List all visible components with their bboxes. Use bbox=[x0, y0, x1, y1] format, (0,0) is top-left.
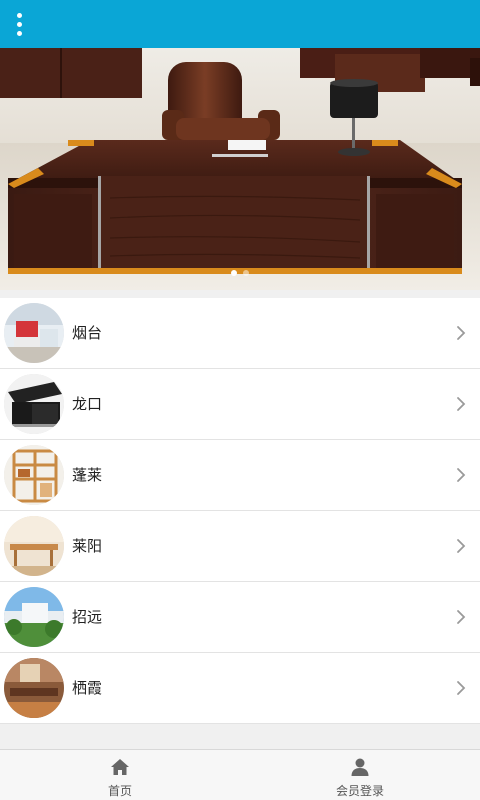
list-item-penglai[interactable]: 蓬莱 bbox=[0, 440, 480, 511]
list-item-label: 莱阳 bbox=[72, 537, 103, 555]
list-item-label: 龙口 bbox=[72, 395, 103, 413]
nav-member-login[interactable]: 会员登录 bbox=[240, 750, 480, 800]
thumbnail-image bbox=[4, 374, 64, 434]
thumbnail-image bbox=[4, 303, 64, 363]
top-bar bbox=[0, 0, 480, 48]
home-icon bbox=[111, 759, 129, 775]
chevron-right-icon bbox=[457, 681, 466, 695]
menu-dot bbox=[16, 21, 22, 27]
thumbnail-image bbox=[4, 658, 64, 718]
list-item-label: 烟台 bbox=[72, 324, 103, 342]
chevron-right-icon bbox=[457, 539, 466, 553]
nav-home[interactable]: 首页 bbox=[0, 750, 240, 800]
chevron-right-icon bbox=[457, 468, 466, 482]
more-vertical-icon[interactable] bbox=[8, 8, 30, 40]
nav-member-login-label: 会员登录 bbox=[335, 784, 384, 798]
carousel-dot-active[interactable] bbox=[231, 270, 237, 276]
thumbnail-image bbox=[4, 587, 64, 647]
location-list: 烟台 龙口 蓬莱 莱阳 招远 栖霞 bbox=[0, 298, 480, 724]
carousel-dot[interactable] bbox=[243, 270, 249, 276]
nav-home-label: 首页 bbox=[107, 784, 132, 798]
list-item-zhaoyuan[interactable]: 招远 bbox=[0, 582, 480, 653]
list-item-longkou[interactable]: 龙口 bbox=[0, 369, 480, 440]
menu-dot bbox=[16, 12, 22, 18]
chevron-right-icon bbox=[457, 326, 466, 340]
chevron-right-icon bbox=[457, 397, 466, 411]
list-item-qixia[interactable]: 栖霞 bbox=[0, 653, 480, 724]
carousel-indicator bbox=[0, 270, 480, 276]
thumbnail-image bbox=[4, 516, 64, 576]
list-item-yantai[interactable]: 烟台 bbox=[0, 298, 480, 369]
menu-dot bbox=[16, 30, 22, 36]
list-item-label: 招远 bbox=[72, 608, 103, 626]
banner-image bbox=[0, 48, 480, 290]
list-item-label: 栖霞 bbox=[72, 679, 103, 697]
list-item-laiyang[interactable]: 莱阳 bbox=[0, 511, 480, 582]
list-item-label: 蓬莱 bbox=[72, 466, 103, 484]
banner-carousel[interactable] bbox=[0, 48, 480, 290]
user-icon bbox=[351, 758, 369, 776]
chevron-right-icon bbox=[457, 610, 466, 624]
thumbnail-image bbox=[4, 445, 64, 505]
bottom-nav: 首页 会员登录 bbox=[0, 749, 480, 800]
